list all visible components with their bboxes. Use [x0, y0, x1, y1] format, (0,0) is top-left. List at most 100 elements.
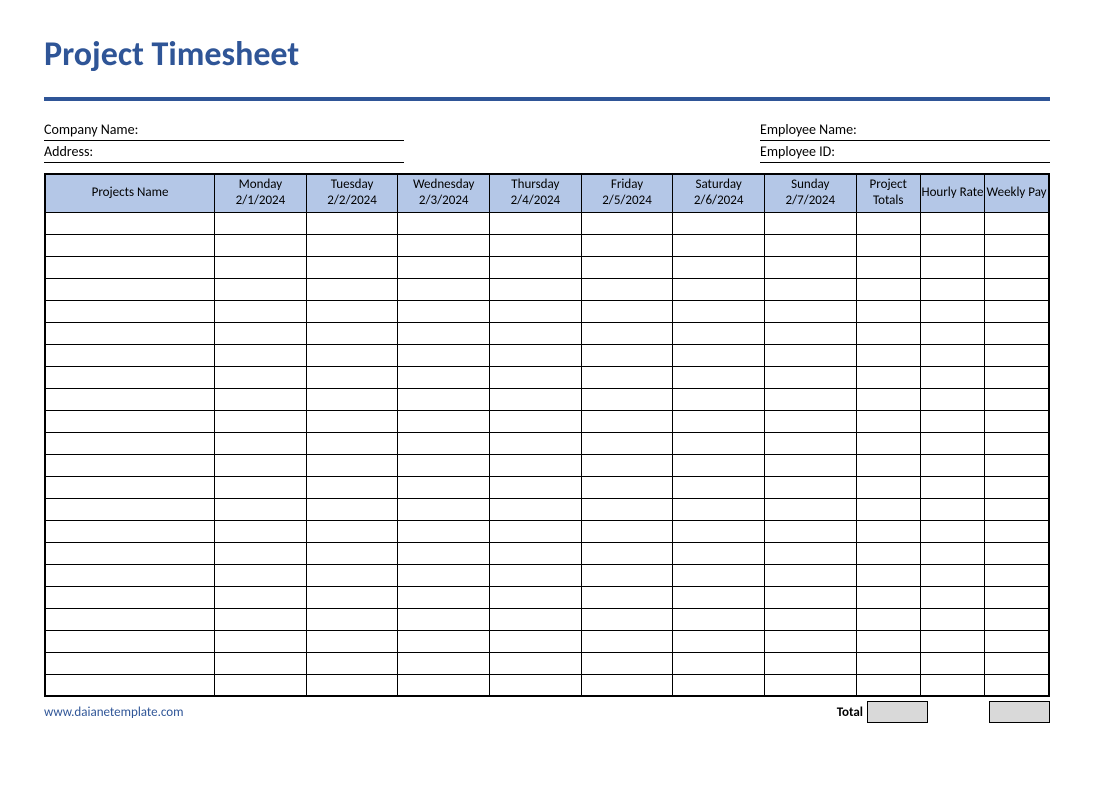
table-cell[interactable]	[45, 300, 215, 322]
table-cell[interactable]	[673, 388, 765, 410]
table-cell[interactable]	[856, 674, 920, 696]
table-cell[interactable]	[306, 366, 398, 388]
table-cell[interactable]	[856, 652, 920, 674]
table-cell[interactable]	[45, 454, 215, 476]
table-cell[interactable]	[215, 520, 307, 542]
table-cell[interactable]	[398, 432, 490, 454]
table-cell[interactable]	[398, 542, 490, 564]
table-cell[interactable]	[985, 652, 1049, 674]
table-cell[interactable]	[45, 674, 215, 696]
table-cell[interactable]	[306, 652, 398, 674]
table-cell[interactable]	[985, 454, 1049, 476]
table-cell[interactable]	[985, 212, 1049, 234]
table-cell[interactable]	[45, 366, 215, 388]
table-cell[interactable]	[856, 388, 920, 410]
table-cell[interactable]	[985, 300, 1049, 322]
table-cell[interactable]	[490, 520, 582, 542]
table-cell[interactable]	[45, 256, 215, 278]
table-cell[interactable]	[673, 410, 765, 432]
table-cell[interactable]	[490, 212, 582, 234]
table-cell[interactable]	[920, 476, 984, 498]
table-cell[interactable]	[215, 388, 307, 410]
table-cell[interactable]	[764, 432, 856, 454]
table-cell[interactable]	[581, 542, 673, 564]
table-cell[interactable]	[306, 520, 398, 542]
table-cell[interactable]	[490, 256, 582, 278]
table-cell[interactable]	[985, 344, 1049, 366]
table-cell[interactable]	[306, 212, 398, 234]
table-cell[interactable]	[306, 344, 398, 366]
company-name-field[interactable]: Company Name:	[44, 119, 404, 141]
table-cell[interactable]	[306, 454, 398, 476]
table-cell[interactable]	[215, 256, 307, 278]
table-cell[interactable]	[306, 630, 398, 652]
table-cell[interactable]	[581, 234, 673, 256]
table-cell[interactable]	[673, 322, 765, 344]
table-cell[interactable]	[581, 344, 673, 366]
table-cell[interactable]	[490, 410, 582, 432]
table-cell[interactable]	[673, 344, 765, 366]
table-cell[interactable]	[764, 630, 856, 652]
table-cell[interactable]	[764, 344, 856, 366]
table-cell[interactable]	[398, 498, 490, 520]
table-cell[interactable]	[673, 278, 765, 300]
employee-name-field[interactable]: Employee Name:	[760, 119, 1050, 141]
table-cell[interactable]	[581, 652, 673, 674]
table-cell[interactable]	[398, 256, 490, 278]
table-cell[interactable]	[45, 564, 215, 586]
table-cell[interactable]	[306, 498, 398, 520]
table-cell[interactable]	[45, 586, 215, 608]
table-cell[interactable]	[764, 278, 856, 300]
table-cell[interactable]	[490, 630, 582, 652]
table-cell[interactable]	[920, 344, 984, 366]
table-cell[interactable]	[215, 674, 307, 696]
table-cell[interactable]	[306, 410, 398, 432]
table-cell[interactable]	[920, 454, 984, 476]
table-cell[interactable]	[398, 652, 490, 674]
table-cell[interactable]	[398, 300, 490, 322]
table-cell[interactable]	[581, 498, 673, 520]
table-cell[interactable]	[764, 542, 856, 564]
table-cell[interactable]	[673, 586, 765, 608]
table-cell[interactable]	[581, 520, 673, 542]
table-cell[interactable]	[673, 564, 765, 586]
table-cell[interactable]	[581, 278, 673, 300]
table-cell[interactable]	[985, 630, 1049, 652]
table-cell[interactable]	[398, 630, 490, 652]
table-cell[interactable]	[306, 542, 398, 564]
table-cell[interactable]	[581, 366, 673, 388]
table-cell[interactable]	[673, 256, 765, 278]
table-cell[interactable]	[920, 564, 984, 586]
table-cell[interactable]	[306, 322, 398, 344]
table-cell[interactable]	[306, 432, 398, 454]
table-cell[interactable]	[764, 212, 856, 234]
table-cell[interactable]	[398, 520, 490, 542]
table-cell[interactable]	[398, 322, 490, 344]
table-cell[interactable]	[856, 564, 920, 586]
table-cell[interactable]	[398, 344, 490, 366]
table-cell[interactable]	[764, 564, 856, 586]
table-cell[interactable]	[920, 498, 984, 520]
table-cell[interactable]	[920, 366, 984, 388]
table-cell[interactable]	[215, 234, 307, 256]
table-cell[interactable]	[215, 652, 307, 674]
table-cell[interactable]	[45, 410, 215, 432]
table-cell[interactable]	[985, 410, 1049, 432]
table-cell[interactable]	[673, 674, 765, 696]
table-cell[interactable]	[764, 498, 856, 520]
table-cell[interactable]	[856, 234, 920, 256]
table-cell[interactable]	[920, 608, 984, 630]
table-cell[interactable]	[764, 366, 856, 388]
table-cell[interactable]	[985, 322, 1049, 344]
table-cell[interactable]	[985, 586, 1049, 608]
table-cell[interactable]	[985, 432, 1049, 454]
table-cell[interactable]	[215, 366, 307, 388]
table-cell[interactable]	[490, 278, 582, 300]
table-cell[interactable]	[920, 256, 984, 278]
table-cell[interactable]	[920, 234, 984, 256]
table-cell[interactable]	[306, 388, 398, 410]
table-cell[interactable]	[215, 322, 307, 344]
table-cell[interactable]	[581, 300, 673, 322]
table-cell[interactable]	[306, 476, 398, 498]
table-cell[interactable]	[673, 520, 765, 542]
